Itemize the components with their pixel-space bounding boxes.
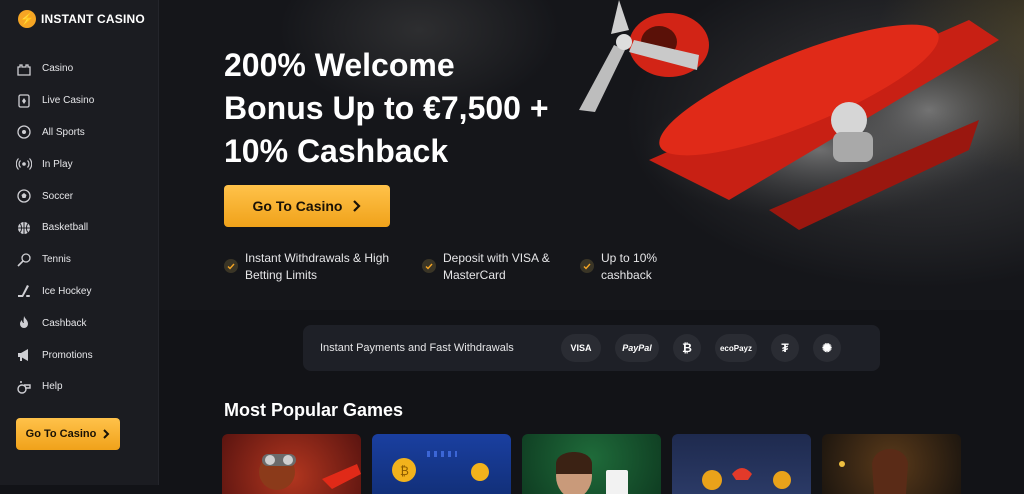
button-label: Go To Casino (25, 428, 97, 440)
game-thumbnail (702, 468, 791, 490)
perk-item: Deposit with VISA & MasterCard (422, 250, 580, 284)
sidebar-item-label: Casino (42, 63, 74, 75)
hero-banner: 200% Welcome Bonus Up to €7,500 + 10% Ca… (159, 0, 1024, 310)
megaphone-icon (18, 349, 28, 362)
basketball-icon (18, 221, 30, 234)
game-card[interactable] (822, 434, 961, 494)
hero-go-to-casino-button[interactable]: Go To Casino (224, 185, 390, 227)
sidebar-item-casino[interactable]: Casino (0, 53, 158, 85)
castle-icon (17, 64, 31, 76)
bitcoin-icon: ₿ (673, 334, 701, 362)
whistle-icon (17, 380, 31, 394)
perk-line: cashback (601, 268, 652, 282)
cardano-icon: ✺ (813, 334, 841, 362)
payments-text: Instant Payments and Fast Withdrawals (320, 342, 514, 354)
game-thumbnail (839, 449, 908, 494)
game-thumbnail (259, 454, 361, 490)
perk-item: Up to 10% cashback (580, 250, 700, 284)
hero-title: 200% Welcome Bonus Up to €7,500 + 10% Ca… (224, 44, 584, 173)
ecopayz-icon: ecoPayz (715, 334, 757, 362)
sidebar-item-live-casino[interactable]: Live Casino (0, 85, 158, 117)
game-card[interactable]: ₿ (372, 434, 511, 494)
soccer-icon (17, 189, 31, 203)
perk-line: MasterCard (443, 268, 506, 282)
sidebar-item-label: Basketball (42, 222, 89, 234)
sidebar-item-help[interactable]: Help (0, 371, 158, 403)
flame-icon (20, 316, 28, 329)
game-thumbnail (556, 452, 628, 494)
logo[interactable]: ⚡ INSTANT CASINO (18, 10, 145, 28)
sidebar-item-promotions[interactable]: Promotions (0, 339, 158, 371)
sidebar-item-tennis[interactable]: Tennis (0, 244, 158, 276)
perk-line: Up to 10% (601, 251, 658, 265)
perk-line: Deposit with VISA & (443, 251, 550, 265)
game-card[interactable] (522, 434, 661, 494)
perk-line: Betting Limits (245, 268, 318, 282)
tether-icon: ₮ (771, 334, 799, 362)
sidebar-item-cashback[interactable]: Cashback (0, 307, 158, 339)
section-title: Most Popular Games (224, 400, 404, 420)
check-icon (580, 259, 594, 273)
sidebar-item-label: Live Casino (42, 95, 95, 107)
sidebar-item-label: Ice Hockey (42, 285, 92, 297)
hero-title-line: 10% Cashback (224, 133, 449, 169)
hero-title-line: Bonus Up to €7,500 + (224, 90, 549, 126)
sidebar-item-label: All Sports (42, 126, 85, 138)
hero-title-line: 200% Welcome (224, 47, 455, 83)
games-row: ₿ (222, 434, 961, 494)
tennis-icon (17, 253, 31, 267)
chevron-right-icon (353, 200, 362, 212)
sidebar: ⚡ INSTANT CASINO Casino Live Casino All … (0, 0, 159, 485)
sidebar-item-label: In Play (42, 158, 73, 170)
sidebar-item-soccer[interactable]: Soccer (0, 180, 158, 212)
brand-name: INSTANT CASINO (41, 12, 145, 26)
game-card[interactable] (672, 434, 811, 494)
svg-text:₿: ₿ (400, 464, 409, 478)
sidebar-item-all-sports[interactable]: All Sports (0, 117, 158, 149)
game-thumbnail: ₿ (392, 451, 489, 482)
sidebar-item-label: Cashback (42, 317, 87, 329)
sidebar-nav: Casino Live Casino All Sports In Play So… (0, 53, 158, 403)
perks-list: Instant Withdrawals & High Betting Limits… (224, 250, 700, 284)
card-icon (18, 94, 30, 108)
payments-strip: Instant Payments and Fast Withdrawals VI… (303, 325, 880, 371)
sidebar-item-label: Help (42, 381, 63, 393)
check-icon (422, 259, 436, 273)
chevron-right-icon (103, 429, 110, 439)
ball-icon (17, 125, 31, 140)
perk-line: Instant Withdrawals & High (245, 251, 390, 265)
broadcast-icon (16, 158, 32, 171)
button-label: Go To Casino (252, 198, 343, 214)
payment-methods: VISA PayPal ₿ ecoPayz ₮ ✺ (561, 334, 841, 362)
sidebar-item-in-play[interactable]: In Play (0, 148, 158, 180)
game-card[interactable] (222, 434, 361, 494)
hockey-icon (18, 285, 30, 298)
sidebar-item-ice-hockey[interactable]: Ice Hockey (0, 276, 158, 308)
sidebar-item-label: Promotions (42, 349, 93, 361)
paypal-icon: PayPal (615, 334, 659, 362)
sidebar-item-label: Tennis (42, 254, 71, 266)
visa-icon: VISA (561, 334, 601, 362)
perk-item: Instant Withdrawals & High Betting Limits (224, 250, 422, 284)
sidebar-item-basketball[interactable]: Basketball (0, 212, 158, 244)
lightning-icon: ⚡ (18, 10, 36, 28)
sidebar-item-label: Soccer (42, 190, 74, 202)
check-icon (224, 259, 238, 273)
sidebar-go-to-casino-button[interactable]: Go To Casino (16, 418, 120, 450)
